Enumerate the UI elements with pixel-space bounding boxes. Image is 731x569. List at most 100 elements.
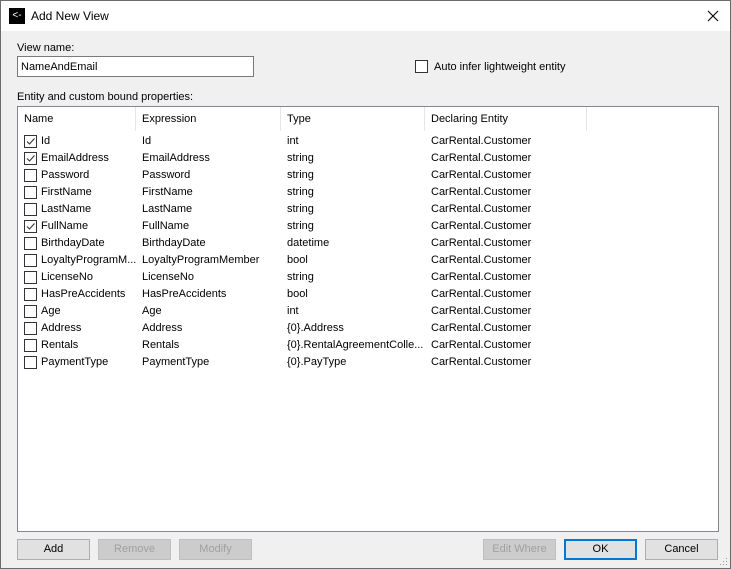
cell-name: EmailAddress <box>41 152 109 164</box>
column-header-declaring-entity[interactable]: Declaring Entity <box>425 107 587 131</box>
cell-expression: Password <box>142 169 191 181</box>
row-checkbox[interactable] <box>24 254 37 267</box>
table-row[interactable]: LastName LastName string CarRental.Customer <box>18 201 718 218</box>
cell-name: Age <box>41 305 61 317</box>
cell-expression: Rentals <box>142 339 180 351</box>
table-row[interactable]: LoyaltyProgramM... LoyaltyProgramMember bo… <box>18 252 718 269</box>
cell-declaring-entity: CarRental.Customer <box>431 254 532 266</box>
checkmark-icon <box>26 223 35 230</box>
table-row[interactable]: BirthdayDate BirthdayDate datetime CarRenta… <box>18 235 718 252</box>
cell-expression: Age <box>142 305 162 317</box>
cell-type: int <box>287 135 299 147</box>
row-checkbox[interactable] <box>24 339 37 352</box>
row-checkbox[interactable] <box>24 356 37 369</box>
remove-button[interactable]: Remove <box>98 539 171 560</box>
table-row[interactable]: EmailAddress EmailAddress string CarRental.… <box>18 150 718 167</box>
table-row[interactable]: HasPreAccidents HasPreAccidents bool CarRen… <box>18 286 718 303</box>
cell-name: Address <box>41 322 82 334</box>
cell-name: FirstName <box>41 186 92 198</box>
table-row[interactable]: FullName FullName string CarRental.Customer <box>18 218 718 235</box>
view-name-label: View name: <box>17 42 75 54</box>
cell-type: string <box>287 169 314 181</box>
cell-type: bool <box>287 288 308 300</box>
row-checkbox[interactable] <box>24 203 37 216</box>
cell-name: PaymentType <box>41 356 109 368</box>
cell-type: {0}.Address <box>287 322 344 334</box>
row-checkbox[interactable] <box>24 322 37 335</box>
edit-where-button[interactable]: Edit Where <box>483 539 556 560</box>
close-button[interactable] <box>702 5 724 27</box>
cell-type: string <box>287 186 314 198</box>
checkmark-icon <box>26 155 35 162</box>
row-checkbox[interactable] <box>24 220 37 233</box>
cell-type: string <box>287 220 314 232</box>
table-row[interactable]: PaymentType PaymentType {0}.PayType CarRent… <box>18 354 718 371</box>
cell-type: datetime <box>287 237 330 249</box>
row-checkbox[interactable] <box>24 169 37 182</box>
cell-expression: LoyaltyProgramMember <box>142 254 260 266</box>
cell-name: LoyaltyProgramM... <box>41 254 137 266</box>
cell-type: string <box>287 271 314 283</box>
cancel-button[interactable]: Cancel <box>645 539 718 560</box>
cell-declaring-entity: CarRental.Customer <box>431 169 532 181</box>
add-button[interactable]: Add <box>17 539 90 560</box>
cell-type: int <box>287 305 299 317</box>
cell-expression: LicenseNo <box>142 271 194 283</box>
table-row[interactable]: Rentals Rentals {0}.RentalAgreementColle..… <box>18 337 718 354</box>
table-row[interactable]: Age Age int CarRental.Customer <box>18 303 718 320</box>
cell-expression: FirstName <box>142 186 193 198</box>
list-header: Name Expression Type Declaring Entity <box>18 107 718 131</box>
row-checkbox[interactable] <box>24 186 37 199</box>
cell-declaring-entity: CarRental.Customer <box>431 288 532 300</box>
cell-type: {0}.RentalAgreementColle... <box>287 339 424 351</box>
cell-expression: LastName <box>142 203 193 215</box>
cell-name: Id <box>41 135 51 147</box>
cell-name: Password <box>41 169 90 181</box>
cell-declaring-entity: CarRental.Customer <box>431 322 532 334</box>
column-header-name[interactable]: Name <box>18 107 136 131</box>
cell-name: FullName <box>41 220 89 232</box>
properties-label: Entity and custom bound properties: <box>17 91 194 103</box>
cell-declaring-entity: CarRental.Customer <box>431 220 532 232</box>
cell-declaring-entity: CarRental.Customer <box>431 152 532 164</box>
auto-infer-checkbox-group[interactable]: Auto infer lightweight entity <box>415 60 565 73</box>
table-row[interactable]: Password Password string CarRental.Customer <box>18 167 718 184</box>
row-checkbox[interactable] <box>24 288 37 301</box>
modify-button[interactable]: Modify <box>179 539 252 560</box>
cell-declaring-entity: CarRental.Customer <box>431 135 532 147</box>
cell-name: LicenseNo <box>41 271 93 283</box>
row-checkbox[interactable] <box>24 237 37 250</box>
view-name-input[interactable] <box>17 56 254 77</box>
row-checkbox[interactable] <box>24 135 37 148</box>
cell-type: {0}.PayType <box>287 356 347 368</box>
cell-declaring-entity: CarRental.Customer <box>431 203 532 215</box>
cell-declaring-entity: CarRental.Customer <box>431 271 532 283</box>
window-title: Add New View <box>31 9 109 23</box>
column-header-type[interactable]: Type <box>281 107 425 131</box>
cell-name: HasPreAccidents <box>41 288 126 300</box>
add-new-view-dialog: <- Add New View View name: Auto infer li… <box>0 0 731 569</box>
resize-grip-icon[interactable] <box>718 556 728 566</box>
close-icon <box>707 10 719 22</box>
cell-expression: BirthdayDate <box>142 237 206 249</box>
table-row[interactable]: Address Address {0}.Address CarRental.Custo… <box>18 320 718 337</box>
row-checkbox[interactable] <box>24 152 37 165</box>
row-checkbox[interactable] <box>24 305 37 318</box>
title-bar: <- Add New View <box>1 1 730 31</box>
auto-infer-checkbox[interactable] <box>415 60 428 73</box>
properties-list[interactable]: Name Expression Type Declaring Entity Id… <box>17 106 719 532</box>
ok-button[interactable]: OK <box>564 539 637 560</box>
cell-expression: Address <box>142 322 183 334</box>
cell-declaring-entity: CarRental.Customer <box>431 356 532 368</box>
cell-name: BirthdayDate <box>41 237 105 249</box>
cell-expression: FullName <box>142 220 190 232</box>
table-row[interactable]: LicenseNo LicenseNo string CarRental.Custom… <box>18 269 718 286</box>
row-checkbox[interactable] <box>24 271 37 284</box>
table-row[interactable]: FirstName FirstName string CarRental.Custom… <box>18 184 718 201</box>
cell-expression: HasPreAccidents <box>142 288 227 300</box>
column-header-expression[interactable]: Expression <box>136 107 281 131</box>
cell-name: LastName <box>41 203 92 215</box>
cell-name: Rentals <box>41 339 79 351</box>
table-row[interactable]: Id Id int CarRental.Customer <box>18 133 718 150</box>
cell-declaring-entity: CarRental.Customer <box>431 186 532 198</box>
